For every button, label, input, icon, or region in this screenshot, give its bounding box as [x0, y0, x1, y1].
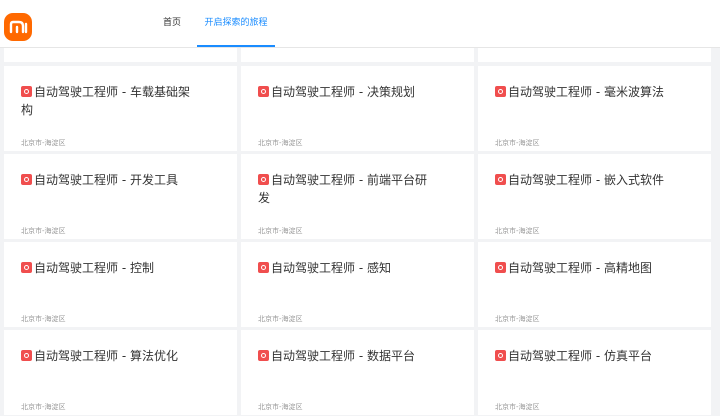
- job-tag-icon: [258, 174, 269, 185]
- tab-explore[interactable]: 开启探索的旅程: [197, 0, 275, 47]
- job-location: 北京市-海淀区: [495, 227, 540, 235]
- job-card[interactable]: 自动驾驶工程师 - 仿真平台 北京市-海淀区: [478, 330, 711, 415]
- mi-logo-icon: [9, 20, 28, 34]
- job-title-text: 自动驾驶工程师 - 毫米波算法: [508, 85, 664, 99]
- job-title: 自动驾驶工程师 - 毫米波算法: [495, 83, 685, 101]
- job-card[interactable]: 自动驾驶工程师 - 决策规划 北京市-海淀区: [241, 66, 474, 151]
- job-card[interactable]: 自动驾驶工程师 - 数据平台 北京市-海淀区: [241, 330, 474, 415]
- job-location: 北京市-海淀区: [21, 403, 66, 411]
- job-location: 北京市-海淀区: [258, 139, 303, 147]
- job-card-partial[interactable]: [4, 48, 237, 62]
- job-tag-icon: [258, 262, 269, 273]
- job-title-text: 自动驾驶工程师 - 感知: [271, 261, 391, 275]
- job-title: 自动驾驶工程师 - 算法优化: [21, 347, 211, 365]
- tab-home-label: 首页: [163, 18, 182, 28]
- job-card[interactable]: 自动驾驶工程师 - 开发工具 北京市-海淀区: [4, 154, 237, 239]
- job-title-text: 自动驾驶工程师 - 高精地图: [508, 261, 652, 275]
- job-title-text: 自动驾驶工程师 - 嵌入式软件: [508, 173, 664, 187]
- job-title: 自动驾驶工程师 - 高精地图: [495, 259, 685, 277]
- job-grid: 自动驾驶工程师 - 车载基础架构 北京市-海淀区 自动驾驶工程师 - 决策规划 …: [0, 48, 720, 416]
- tab-home[interactable]: 首页: [163, 0, 185, 47]
- job-tag-icon: [258, 350, 269, 361]
- job-title-text: 自动驾驶工程师 - 控制: [34, 261, 154, 275]
- job-location: 北京市-海淀区: [495, 139, 540, 147]
- job-title-text: 自动驾驶工程师 - 算法优化: [34, 349, 178, 363]
- job-card[interactable]: 自动驾驶工程师 - 嵌入式软件 北京市-海淀区: [478, 154, 711, 239]
- job-title: 自动驾驶工程师 - 开发工具: [21, 171, 211, 189]
- job-tag-icon: [495, 262, 506, 273]
- job-card[interactable]: 自动驾驶工程师 - 毫米波算法 北京市-海淀区: [478, 66, 711, 151]
- job-tag-icon: [495, 86, 506, 97]
- job-location: 北京市-海淀区: [258, 315, 303, 323]
- job-location: 北京市-海淀区: [21, 227, 66, 235]
- job-location: 北京市-海淀区: [258, 403, 303, 411]
- job-tag-icon: [258, 86, 269, 97]
- job-title: 自动驾驶工程师 - 前端平台研发: [258, 171, 438, 207]
- job-location: 北京市-海淀区: [21, 139, 66, 147]
- job-tag-icon: [495, 350, 506, 361]
- job-card[interactable]: 自动驾驶工程师 - 算法优化 北京市-海淀区: [4, 330, 237, 415]
- job-location: 北京市-海淀区: [495, 403, 540, 411]
- job-title-text: 自动驾驶工程师 - 开发工具: [34, 173, 178, 187]
- job-card-partial[interactable]: [478, 48, 711, 62]
- job-title: 自动驾驶工程师 - 车载基础架构: [21, 83, 201, 119]
- job-card[interactable]: 自动驾驶工程师 - 感知 北京市-海淀区: [241, 242, 474, 327]
- job-card[interactable]: 自动驾驶工程师 - 控制 北京市-海淀区: [4, 242, 237, 327]
- xiaomi-logo[interactable]: [4, 13, 32, 41]
- job-location: 北京市-海淀区: [21, 315, 66, 323]
- job-tag-icon: [21, 350, 32, 361]
- job-title-text: 自动驾驶工程师 - 决策规划: [271, 85, 415, 99]
- job-title-text: 自动驾驶工程师 - 前端平台研发: [258, 173, 427, 205]
- job-title: 自动驾驶工程师 - 数据平台: [258, 347, 448, 365]
- job-title-text: 自动驾驶工程师 - 数据平台: [271, 349, 415, 363]
- job-location: 北京市-海淀区: [495, 315, 540, 323]
- top-header: 首页 开启探索的旅程: [0, 0, 720, 48]
- job-card-partial[interactable]: [241, 48, 474, 62]
- job-title: 自动驾驶工程师 - 嵌入式软件: [495, 171, 685, 189]
- job-tag-icon: [495, 174, 506, 185]
- job-title: 自动驾驶工程师 - 仿真平台: [495, 347, 685, 365]
- job-title: 自动驾驶工程师 - 控制: [21, 259, 211, 277]
- job-title: 自动驾驶工程师 - 感知: [258, 259, 448, 277]
- active-tab-underline: [197, 45, 275, 47]
- tab-explore-label: 开启探索的旅程: [204, 18, 268, 28]
- job-tag-icon: [21, 86, 32, 97]
- job-tag-icon: [21, 174, 32, 185]
- job-card[interactable]: 自动驾驶工程师 - 车载基础架构 北京市-海淀区: [4, 66, 237, 151]
- job-tag-icon: [21, 262, 32, 273]
- job-title: 自动驾驶工程师 - 决策规划: [258, 83, 438, 101]
- job-title-text: 自动驾驶工程师 - 车载基础架构: [21, 85, 190, 117]
- job-card[interactable]: 自动驾驶工程师 - 高精地图 北京市-海淀区: [478, 242, 711, 327]
- job-title-text: 自动驾驶工程师 - 仿真平台: [508, 349, 652, 363]
- job-location: 北京市-海淀区: [258, 227, 303, 235]
- job-card[interactable]: 自动驾驶工程师 - 前端平台研发 北京市-海淀区: [241, 154, 474, 239]
